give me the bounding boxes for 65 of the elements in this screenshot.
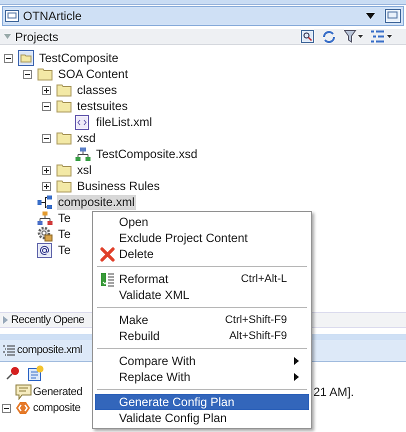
panel-title: Recently Opene xyxy=(11,312,84,328)
folder-icon xyxy=(56,99,72,113)
tree-item[interactable]: TestComposite.xsd xyxy=(95,146,198,162)
gear-icon xyxy=(37,226,53,242)
collapse-icon[interactable] xyxy=(2,404,11,412)
collapse-icon[interactable] xyxy=(42,134,51,142)
collapse-icon[interactable] xyxy=(23,70,32,78)
delete-icon xyxy=(100,246,114,262)
hierarchy-icon xyxy=(37,210,53,226)
folder-icon xyxy=(56,131,72,145)
panel-title: Projects xyxy=(15,28,60,46)
tree-item[interactable]: fileList.xml xyxy=(95,114,154,130)
menu-item[interactable]: Make Ctrl+Shift-F9 xyxy=(95,312,309,328)
folder-icon xyxy=(56,163,72,177)
menu-item[interactable]: Exclude Project Content xyxy=(95,230,309,246)
project-selector[interactable]: OTNArticle xyxy=(2,6,404,26)
tree-item[interactable]: SOA Content xyxy=(57,66,130,82)
sync-icon[interactable] xyxy=(322,30,336,44)
filter-icon[interactable] xyxy=(344,30,364,43)
tree-item[interactable]: Te xyxy=(57,242,72,258)
tree-item[interactable]: classes xyxy=(76,82,118,98)
code-file-icon xyxy=(75,114,89,130)
tree-item[interactable]: xsd xyxy=(76,130,97,146)
menu-item[interactable]: Generate Config Plan xyxy=(95,394,309,410)
tree-item[interactable]: Generated xyxy=(33,384,82,400)
expand-icon[interactable] xyxy=(42,86,51,94)
project-icon xyxy=(18,50,34,66)
window-icon xyxy=(5,10,19,22)
tree-item[interactable]: composite.xml xyxy=(57,194,136,210)
collapse-icon[interactable] xyxy=(42,102,51,110)
tree-item[interactable]: testsuites xyxy=(76,98,129,114)
tree-item[interactable]: Business Rules xyxy=(76,178,161,194)
menu-item[interactable]: Compare With xyxy=(95,353,309,369)
menu-item[interactable]: Delete xyxy=(95,246,309,262)
window-icon[interactable] xyxy=(385,9,401,23)
hierarchy-icon xyxy=(75,146,91,162)
folder-icon xyxy=(56,83,72,97)
pin-icon[interactable] xyxy=(6,366,20,380)
list-options-icon[interactable] xyxy=(370,30,392,43)
expand-icon[interactable] xyxy=(42,166,51,174)
tree-item[interactable]: TestComposite xyxy=(38,50,120,66)
tree-item[interactable]: Te xyxy=(57,226,72,242)
at-sign-icon xyxy=(37,242,52,258)
menu-item[interactable]: Rebuild Alt+Shift-F9 xyxy=(95,328,309,344)
dropdown-arrow-icon[interactable] xyxy=(366,13,375,19)
menu-item[interactable]: Reformat Ctrl+Alt-L xyxy=(95,271,309,287)
tree-item[interactable]: xsl xyxy=(76,162,93,178)
collapse-icon[interactable] xyxy=(4,54,13,62)
comment-icon xyxy=(15,384,32,400)
menu-item[interactable]: Open xyxy=(95,214,309,230)
reformat-icon xyxy=(100,272,114,286)
tree-item[interactable]: composite xyxy=(33,400,80,416)
menu-item[interactable]: Replace With xyxy=(95,369,309,385)
composite-icon xyxy=(37,194,54,210)
status-text: 21 AM]. xyxy=(313,384,354,401)
editor-tab[interactable]: composite.xml xyxy=(2,342,82,359)
expand-icon[interactable] xyxy=(42,182,51,190)
folder-icon xyxy=(37,67,53,81)
structure-icon xyxy=(2,344,16,356)
menu-item[interactable]: Validate Config Plan xyxy=(95,410,309,426)
element-icon xyxy=(15,401,31,415)
search-icon[interactable] xyxy=(301,30,314,43)
tree-item[interactable]: Te xyxy=(57,210,72,226)
project-title: OTNArticle xyxy=(23,8,83,25)
menu-item[interactable]: Validate XML xyxy=(95,287,309,303)
